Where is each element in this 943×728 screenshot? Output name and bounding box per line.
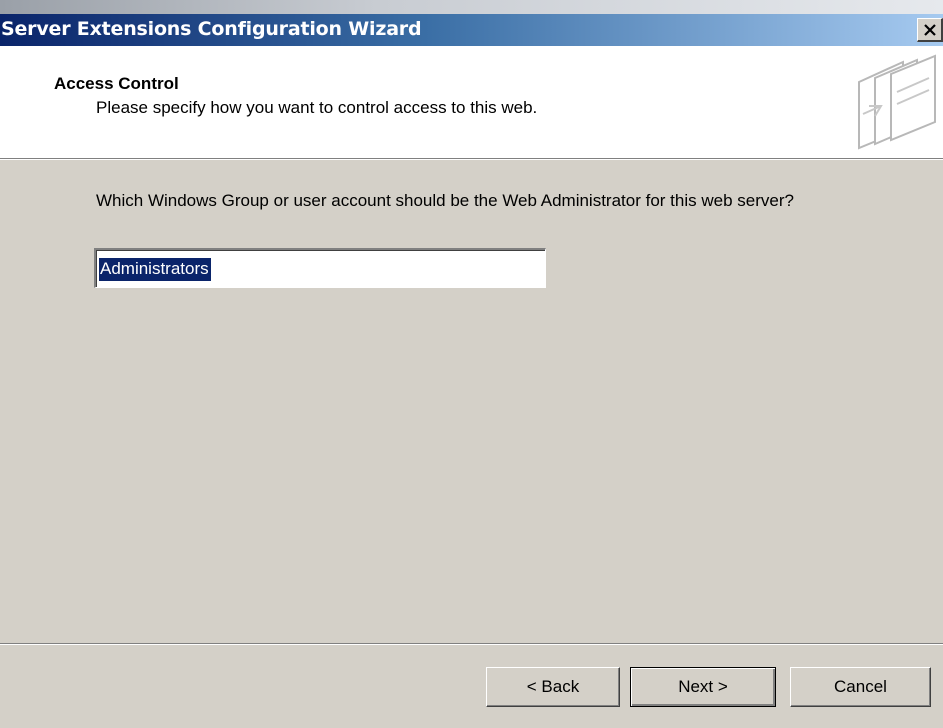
- wizard-pages-icon: [858, 54, 936, 150]
- close-button[interactable]: [917, 18, 943, 42]
- back-button[interactable]: < Back: [486, 667, 620, 707]
- admin-question-label: Which Windows Group or user account shou…: [96, 191, 794, 210]
- page-title: Access Control: [54, 74, 179, 93]
- window-title: Server Extensions Configuration Wizard: [1, 18, 422, 40]
- wizard-header: Access Control Please specify how you wa…: [0, 46, 943, 159]
- web-administrator-input[interactable]: Administrators: [94, 248, 546, 288]
- page-subtitle: Please specify how you want to control a…: [96, 98, 538, 117]
- title-bar[interactable]: Server Extensions Configuration Wizard: [0, 0, 943, 46]
- close-icon: [924, 24, 936, 36]
- web-administrator-value: Administrators: [99, 258, 211, 281]
- cancel-button[interactable]: Cancel: [790, 667, 931, 707]
- footer-separator: [0, 643, 943, 645]
- next-button[interactable]: Next >: [630, 667, 776, 707]
- title-bar-strip: [0, 0, 943, 14]
- wizard-window: Server Extensions Configuration Wizard A…: [0, 0, 943, 728]
